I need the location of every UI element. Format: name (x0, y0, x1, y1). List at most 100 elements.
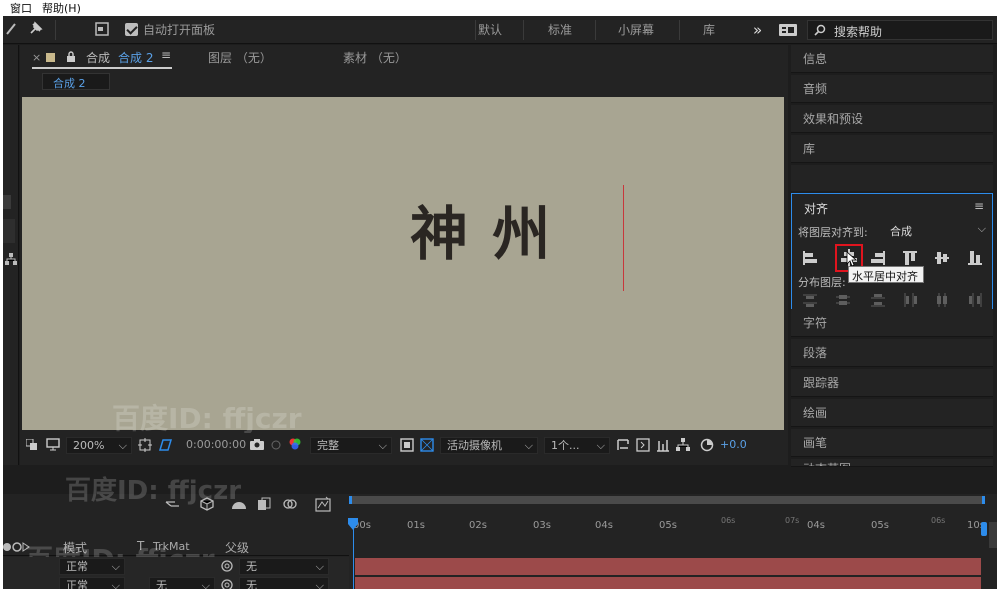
tab-menu-icon[interactable]: ≡ (161, 48, 171, 62)
panel-paint[interactable]: 绘画 (791, 399, 993, 427)
comp-color-swatch (46, 53, 55, 62)
layer-mode-dropdown[interactable]: 正常 ⌵ (59, 558, 125, 575)
align-top-button[interactable] (902, 250, 918, 266)
shy-layers-icon[interactable] (231, 498, 247, 510)
timecode-display[interactable]: 0:00:00:00 (186, 438, 246, 451)
fit-icon[interactable] (138, 438, 152, 452)
toggle-view-options-icon[interactable] (616, 438, 630, 452)
help-search-input[interactable]: 搜索帮助 (834, 23, 882, 40)
tab-layer[interactable]: 图层 （无） (208, 49, 272, 66)
pickwhip-icon[interactable] (221, 560, 233, 572)
workspace-default[interactable]: 默认 (478, 16, 502, 44)
comp-tab-prefix[interactable]: 合成 (86, 49, 110, 66)
workspace-menu-icon[interactable] (779, 24, 797, 36)
help-search-box[interactable]: 搜索帮助 (807, 20, 993, 40)
align-panel-menu-icon[interactable]: ≡ (974, 199, 984, 213)
distribute-bottom-button[interactable] (870, 292, 886, 308)
motion-blur-icon[interactable] (283, 497, 297, 511)
menu-window[interactable]: 窗口 (10, 0, 32, 16)
timeline-end-handle[interactable] (981, 522, 987, 536)
align-bottom-button[interactable] (967, 250, 983, 266)
align-to-value: 合成 (890, 225, 912, 238)
transparency-grid-icon[interactable] (400, 438, 414, 452)
align-left-button[interactable] (802, 250, 818, 266)
active-tab-underline (32, 67, 172, 69)
canvas-text-layer[interactable]: 神 州 (410, 187, 552, 271)
align-vertical-center-button[interactable] (934, 250, 950, 266)
comp-mini-flowchart-icon[interactable] (165, 498, 181, 512)
workspace-more-button[interactable]: » (753, 16, 762, 44)
panel-tracker[interactable]: 跟踪器 (791, 369, 993, 397)
timeline-icon[interactable] (656, 438, 670, 452)
align-tooltip-text: 水平居中对齐 (852, 270, 918, 283)
zoom-dropdown[interactable]: 200% ⌵ (66, 437, 132, 454)
align-panel-toggle-icon[interactable] (95, 22, 109, 36)
workspace-library[interactable]: 库 (703, 16, 715, 44)
monitor-icon[interactable] (46, 438, 60, 451)
reset-exposure-icon[interactable] (700, 438, 714, 452)
tab-footage[interactable]: 素材 （无） (343, 49, 407, 66)
layer-row[interactable]: 正常 ⌵ 无 ⌵ (3, 557, 349, 576)
anchor-guide-line (623, 185, 624, 291)
layer-trkmat-dropdown[interactable]: 无 ⌵ (149, 577, 215, 589)
layer-duration-bar[interactable] (355, 558, 981, 575)
pickwhip-icon[interactable] (221, 579, 233, 589)
panel-paragraph[interactable]: 段落 (791, 339, 993, 367)
distribute-vertical-center-button[interactable] (835, 292, 851, 308)
snapshot-toggle-icon[interactable] (25, 438, 38, 451)
region-of-interest-icon[interactable] (158, 438, 173, 452)
layer-row[interactable]: 正常 ⌵ 无 ⌵ 无 ⌵ (3, 576, 349, 589)
frame-blending-icon[interactable] (257, 497, 271, 511)
distribute-layers-label: 分布图层: (798, 276, 846, 289)
panel-character[interactable]: 字符 (791, 309, 993, 337)
resolution-dropdown[interactable]: 完整 ⌵ (310, 437, 392, 454)
distribute-top-button[interactable] (802, 292, 818, 308)
panel-motion-sketch[interactable]: 动态草图 (791, 459, 993, 467)
align-tooltip: 水平居中对齐 (848, 266, 924, 283)
layer-mode-dropdown[interactable]: 正常 ⌵ (59, 577, 125, 589)
tab-composition[interactable]: 合成 2 (118, 49, 153, 66)
comp-breadcrumb[interactable]: 合成 2 (42, 73, 110, 90)
camera-snapshot-icon[interactable] (250, 438, 264, 450)
graph-editor-icon[interactable] (315, 496, 331, 512)
show-snapshot-icon[interactable] (270, 439, 282, 451)
align-to-dropdown[interactable]: 合成 ⌵ (886, 222, 990, 239)
zoom-value: 200% (73, 439, 105, 452)
layer-parent-dropdown[interactable]: 无 ⌵ (239, 577, 329, 589)
menu-help[interactable]: 帮助(H) (42, 0, 81, 16)
auto-open-panel-checkbox[interactable] (125, 23, 138, 36)
panel-library[interactable]: 库 (791, 135, 993, 163)
panel-audio[interactable]: 音频 (791, 75, 993, 103)
panel-effects-presets[interactable]: 效果和预设 (791, 105, 993, 133)
layer-trkmat-value: 无 (156, 579, 167, 589)
align-right-button[interactable] (870, 250, 886, 266)
close-icon[interactable]: × (32, 51, 41, 64)
composition-canvas[interactable]: 神 州 百度ID: ffjczr (22, 97, 784, 435)
tool-icon[interactable] (5, 22, 17, 36)
layer-duration-bar[interactable] (355, 577, 981, 589)
camera-dropdown[interactable]: 活动摄像机 ⌵ (440, 437, 538, 454)
distribute-horizontal-center-button[interactable] (934, 292, 950, 308)
exposure-value[interactable]: +0.0 (720, 438, 747, 451)
distribute-left-button[interactable] (902, 292, 918, 308)
time-ruler[interactable]: 00s 01s 02s 03s 04s 05s 06s 07s 04s 05s … (349, 506, 985, 536)
distribute-right-button[interactable] (967, 292, 983, 308)
panel-brushes[interactable]: 画笔 (791, 429, 993, 457)
color-channels-icon[interactable] (288, 437, 302, 451)
chevron-down-icon: ⌵ (596, 439, 605, 452)
app-window: 自动打开面板 默认 标准 小屏幕 库 » 搜索帮助 × 合成 合成 2 ≡ 图层… (3, 16, 997, 589)
pin-icon[interactable] (27, 21, 43, 37)
pixel-aspect-icon[interactable] (420, 438, 434, 452)
layer-parent-dropdown[interactable]: 无 ⌵ (239, 558, 329, 575)
panel-info[interactable]: 信息 (791, 45, 993, 73)
workspace-small-screen[interactable]: 小屏幕 (618, 16, 654, 44)
views-dropdown[interactable]: 1个... ⌵ (544, 437, 610, 454)
fast-previews-icon[interactable] (636, 438, 650, 452)
lock-icon[interactable] (66, 51, 76, 63)
watermark: 百度ID: ffjczr (112, 402, 302, 435)
tick-01s: 01s (407, 520, 425, 531)
workspace-standard[interactable]: 标准 (548, 16, 572, 44)
draft-3d-icon[interactable] (199, 496, 215, 512)
flowchart-icon[interactable] (676, 438, 690, 452)
work-area-bar[interactable] (349, 496, 985, 504)
